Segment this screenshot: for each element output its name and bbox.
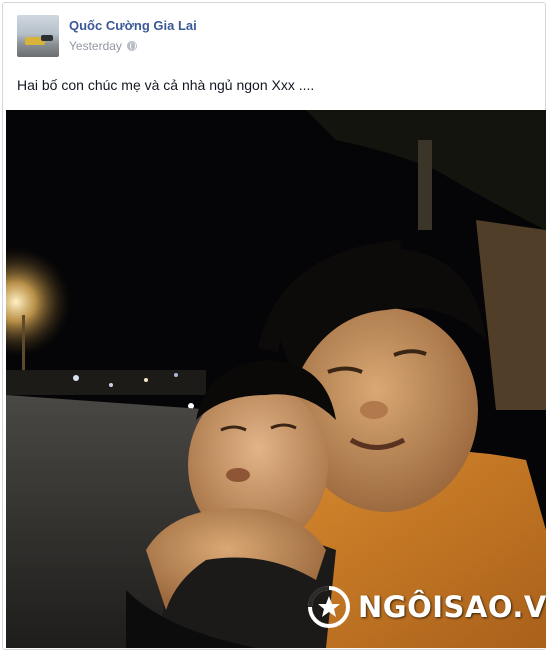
photo-watermark: NGÔISAO.VN bbox=[304, 582, 546, 632]
selfie-photo-illustration bbox=[6, 110, 546, 648]
globe-icon[interactable] bbox=[126, 41, 137, 51]
ngoisao-logo-icon bbox=[308, 586, 350, 628]
post-timestamp[interactable]: Yesterday bbox=[69, 39, 122, 53]
post-status-text: Hai bố con chúc mẹ và cả nhà ngủ ngon Xx… bbox=[17, 77, 315, 93]
watermark-text: NGÔISAO.VN bbox=[358, 590, 546, 624]
author-name-link[interactable]: Quốc Cường Gia Lai bbox=[69, 18, 197, 34]
timestamp-row: Yesterday bbox=[69, 39, 197, 53]
avatar-car-shape-2 bbox=[41, 35, 53, 41]
author-avatar[interactable] bbox=[17, 15, 59, 57]
post-header: Quốc Cường Gia Lai Yesterday bbox=[17, 15, 197, 57]
post-meta: Quốc Cường Gia Lai Yesterday bbox=[69, 15, 197, 57]
post-photo[interactable]: NGÔISAO.VN bbox=[6, 110, 546, 648]
